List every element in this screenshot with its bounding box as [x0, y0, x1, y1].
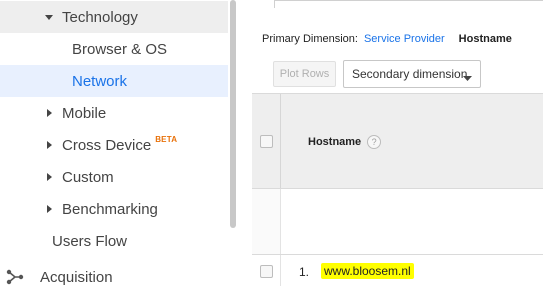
- sidebar-item-cross-device[interactable]: Cross Device BETA: [0, 129, 228, 161]
- primary-dimension-bar: Primary Dimension: Service Provider Hostna…: [262, 33, 512, 45]
- caret-right-icon: [42, 170, 56, 184]
- acquisition-icon: [6, 269, 24, 285]
- primary-dimension-label: Primary Dimension:: [262, 33, 358, 45]
- totals-row: [252, 188, 543, 255]
- table-header: Hostname ?: [252, 93, 543, 189]
- divider: [274, 0, 275, 8]
- sidebar-item-label: Benchmarking: [62, 200, 158, 218]
- sidebar-item-benchmarking[interactable]: Benchmarking: [0, 193, 228, 225]
- row-checkbox[interactable]: [260, 265, 273, 278]
- caret-right-icon: [42, 202, 56, 216]
- totals-check-cell: [252, 189, 281, 255]
- select-all-checkbox[interactable]: [260, 135, 273, 148]
- secondary-dimension-label: Secondary dimension: [352, 67, 468, 81]
- hostname-link[interactable]: www.bloosem.nl: [321, 263, 414, 279]
- sidebar-item-network[interactable]: Network: [0, 65, 228, 97]
- caret-down-icon: [42, 10, 56, 24]
- plot-rows-label: Plot Rows: [279, 68, 330, 80]
- sidebar-item-label: Acquisition: [40, 268, 113, 286]
- divider: [274, 0, 543, 1]
- sidebar-scrollbar-thumb[interactable]: [230, 0, 236, 228]
- row-index: 1.: [299, 265, 310, 279]
- sidebar-item-users-flow[interactable]: Users Flow: [0, 225, 228, 257]
- sidebar-item-label: Technology: [62, 8, 138, 26]
- header-check-cell: [252, 94, 281, 189]
- secondary-dimension-dropdown[interactable]: Secondary dimension: [343, 60, 481, 88]
- sidebar-item-label: Browser & OS: [72, 40, 168, 58]
- caret-right-icon: [42, 106, 56, 120]
- column-header-hostname[interactable]: Hostname ?: [308, 135, 382, 149]
- sidebar-item-label: Cross Device: [62, 136, 152, 154]
- help-icon[interactable]: ?: [367, 135, 382, 149]
- primary-dimension-service-provider-link[interactable]: Service Provider: [364, 33, 445, 45]
- table-row: 1. www.bloosem.nl: [252, 254, 543, 286]
- caret-right-icon: [42, 138, 56, 152]
- chevron-down-icon: [463, 71, 472, 85]
- primary-dimension-current: Hostname: [458, 33, 512, 45]
- sidebar-item-technology[interactable]: Technology: [0, 1, 228, 33]
- column-header-label: Hostname: [308, 136, 362, 148]
- row-check-cell: [252, 255, 281, 286]
- sidebar-item-label: Mobile: [62, 104, 107, 122]
- sidebar-item-acquisition[interactable]: Acquisition: [0, 261, 228, 285]
- report-panel: Primary Dimension: Service Provider Hostna…: [252, 0, 543, 286]
- sidebar-item-label: Users Flow: [52, 232, 128, 250]
- sidebar-item-label: Custom: [62, 168, 114, 186]
- sidebar-nav: Technology Browser & OS Network Mobile C…: [0, 0, 240, 285]
- plot-rows-button[interactable]: Plot Rows: [273, 61, 336, 87]
- sidebar-item-mobile[interactable]: Mobile: [0, 97, 228, 129]
- sidebar-item-custom[interactable]: Custom: [0, 161, 228, 193]
- beta-badge: BETA: [155, 134, 178, 144]
- sidebar-item-label: Network: [72, 72, 128, 90]
- sidebar-item-browser-os[interactable]: Browser & OS: [0, 33, 228, 65]
